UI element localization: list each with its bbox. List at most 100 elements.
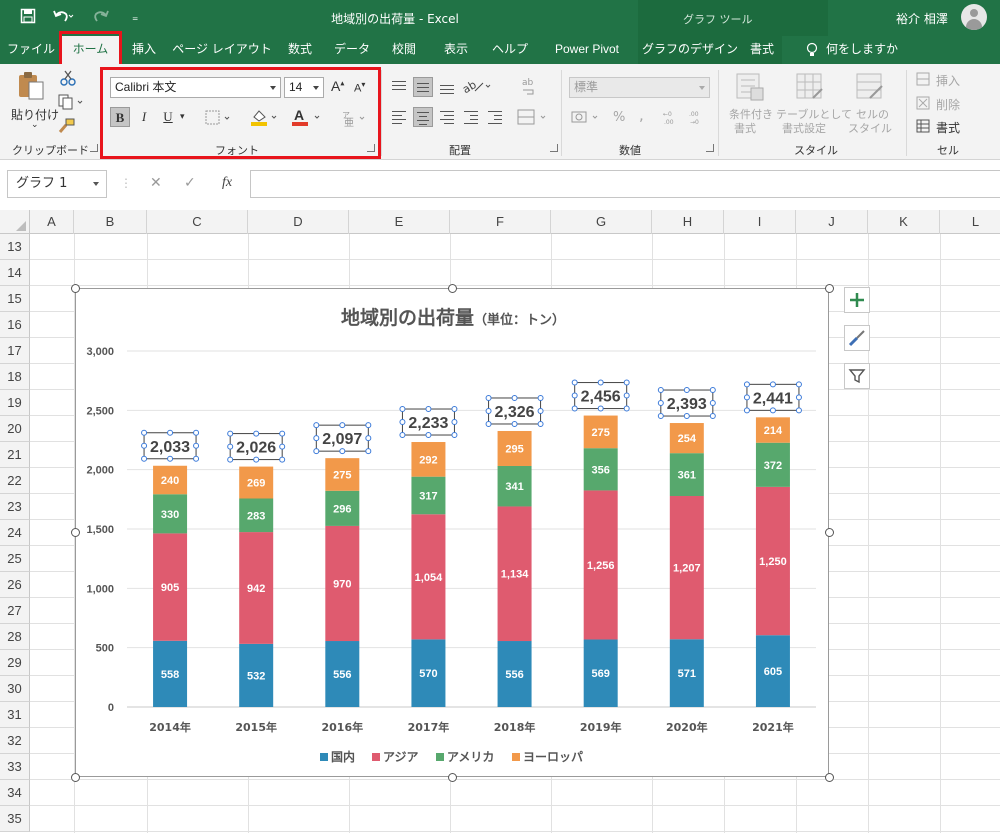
label-handle[interactable] xyxy=(743,381,750,388)
row-header[interactable]: 19 xyxy=(0,390,30,416)
delete-cells-button[interactable]: 削除 xyxy=(936,96,960,113)
column-header[interactable]: E xyxy=(349,210,450,234)
column-header[interactable]: A xyxy=(30,210,74,234)
data-label[interactable]: 569 xyxy=(592,668,610,680)
label-handle[interactable] xyxy=(451,432,458,439)
resize-handle[interactable] xyxy=(825,528,834,537)
data-label[interactable]: 341 xyxy=(505,481,523,493)
label-handle[interactable] xyxy=(167,455,174,462)
row-header[interactable]: 20 xyxy=(0,416,30,442)
row-header[interactable]: 29 xyxy=(0,650,30,676)
label-handle[interactable] xyxy=(399,419,406,426)
clipboard-launcher-icon[interactable] xyxy=(90,144,98,152)
label-handle[interactable] xyxy=(571,379,578,386)
data-label[interactable]: 570 xyxy=(419,668,437,680)
label-handle[interactable] xyxy=(485,407,492,414)
label-handle[interactable] xyxy=(227,443,234,450)
row-header[interactable]: 27 xyxy=(0,598,30,624)
column-header[interactable]: B xyxy=(74,210,147,234)
format-cells-icon[interactable] xyxy=(916,119,930,136)
data-label[interactable]: 356 xyxy=(592,464,610,476)
label-handle[interactable] xyxy=(193,455,200,462)
legend-label[interactable]: アジア xyxy=(383,750,419,764)
row-header[interactable]: 25 xyxy=(0,546,30,572)
column-header[interactable]: K xyxy=(868,210,940,234)
label-handle[interactable] xyxy=(597,379,604,386)
data-label[interactable]: 970 xyxy=(333,578,351,590)
total-label[interactable]: 2,326 xyxy=(495,404,535,421)
data-label[interactable]: 254 xyxy=(678,433,697,445)
name-box[interactable]: グラフ 1 xyxy=(7,170,107,198)
label-handle[interactable] xyxy=(795,394,802,401)
label-handle[interactable] xyxy=(227,430,234,437)
tab-power-pivot[interactable]: Power Pivot xyxy=(542,36,632,64)
column-header[interactable]: I xyxy=(724,210,796,234)
tab-file[interactable]: ファイル xyxy=(5,36,57,64)
format-cells-button[interactable]: 書式 xyxy=(936,119,960,136)
label-handle[interactable] xyxy=(253,456,260,463)
decrease-decimal-icon[interactable]: .00 →0 xyxy=(689,108,707,129)
cell-styles-icon[interactable] xyxy=(855,72,885,105)
tab-view[interactable]: 表示 xyxy=(432,36,480,64)
label-handle[interactable] xyxy=(399,432,406,439)
label-handle[interactable] xyxy=(227,456,234,463)
data-label[interactable]: 269 xyxy=(247,478,265,490)
label-handle[interactable] xyxy=(253,430,260,437)
label-handle[interactable] xyxy=(709,413,716,420)
chart-area[interactable]: 地域別の出荷量（単位：トン） 0 500 1,000 1,500 2,000 2,500 3… xyxy=(75,288,829,777)
label-handle[interactable] xyxy=(399,406,406,413)
legend-label[interactable]: 国内 xyxy=(331,749,355,764)
data-label[interactable]: 372 xyxy=(764,460,782,472)
label-handle[interactable] xyxy=(339,448,346,455)
align-left-icon[interactable] xyxy=(389,107,409,127)
label-handle[interactable] xyxy=(769,407,776,414)
row-header[interactable]: 35 xyxy=(0,806,30,832)
comma-style-button[interactable]: , xyxy=(639,106,644,124)
row-header[interactable]: 18 xyxy=(0,364,30,390)
tab-help[interactable]: ヘルプ xyxy=(488,36,532,64)
label-handle[interactable] xyxy=(279,430,286,437)
data-label[interactable]: 905 xyxy=(161,582,179,594)
format-as-table-label-2[interactable]: 書式設定 xyxy=(782,120,826,136)
wrap-text-icon[interactable]: ab xyxy=(521,76,537,99)
orientation-icon[interactable]: ab xyxy=(460,78,493,97)
label-handle[interactable] xyxy=(193,442,200,449)
formula-input[interactable] xyxy=(250,170,1000,198)
label-handle[interactable] xyxy=(141,429,148,436)
label-handle[interactable] xyxy=(709,400,716,407)
total-label[interactable]: 2,233 xyxy=(408,415,448,432)
total-label[interactable]: 2,033 xyxy=(150,439,190,456)
insert-cells-icon[interactable] xyxy=(916,72,930,89)
data-label[interactable]: 558 xyxy=(161,669,179,681)
data-label[interactable]: 275 xyxy=(333,469,351,481)
label-handle[interactable] xyxy=(451,419,458,426)
data-label[interactable]: 214 xyxy=(764,425,783,437)
number-launcher-icon[interactable] xyxy=(706,144,714,152)
align-right-icon[interactable] xyxy=(437,107,457,127)
label-handle[interactable] xyxy=(313,435,320,442)
resize-handle[interactable] xyxy=(825,284,834,293)
label-handle[interactable] xyxy=(657,400,664,407)
number-format-select[interactable]: 標準 xyxy=(569,77,710,98)
percent-style-button[interactable]: % xyxy=(613,110,625,125)
cut-icon[interactable] xyxy=(60,70,76,89)
label-handle[interactable] xyxy=(657,413,664,420)
label-handle[interactable] xyxy=(743,407,750,414)
data-label[interactable]: 1,256 xyxy=(587,560,615,572)
conditional-format-label-2[interactable]: 書式 xyxy=(734,120,756,136)
total-label[interactable]: 2,026 xyxy=(236,440,276,457)
data-label[interactable]: 556 xyxy=(505,669,523,681)
cell-styles-label-2[interactable]: スタイル xyxy=(848,120,892,136)
align-middle-icon[interactable] xyxy=(413,77,433,97)
row-header[interactable]: 15 xyxy=(0,286,30,312)
column-header[interactable]: L xyxy=(940,210,1000,234)
user-name[interactable]: 裕介 相澤 xyxy=(896,10,948,27)
label-handle[interactable] xyxy=(193,429,200,436)
select-all-button[interactable] xyxy=(0,210,30,234)
legend-label[interactable]: アメリカ xyxy=(447,750,494,764)
paste-dropdown-icon[interactable]: ⌄ xyxy=(31,120,39,130)
row-header[interactable]: 22 xyxy=(0,468,30,494)
data-label[interactable]: 556 xyxy=(333,669,351,681)
data-label[interactable]: 571 xyxy=(678,668,696,680)
merge-center-icon[interactable] xyxy=(517,108,549,129)
